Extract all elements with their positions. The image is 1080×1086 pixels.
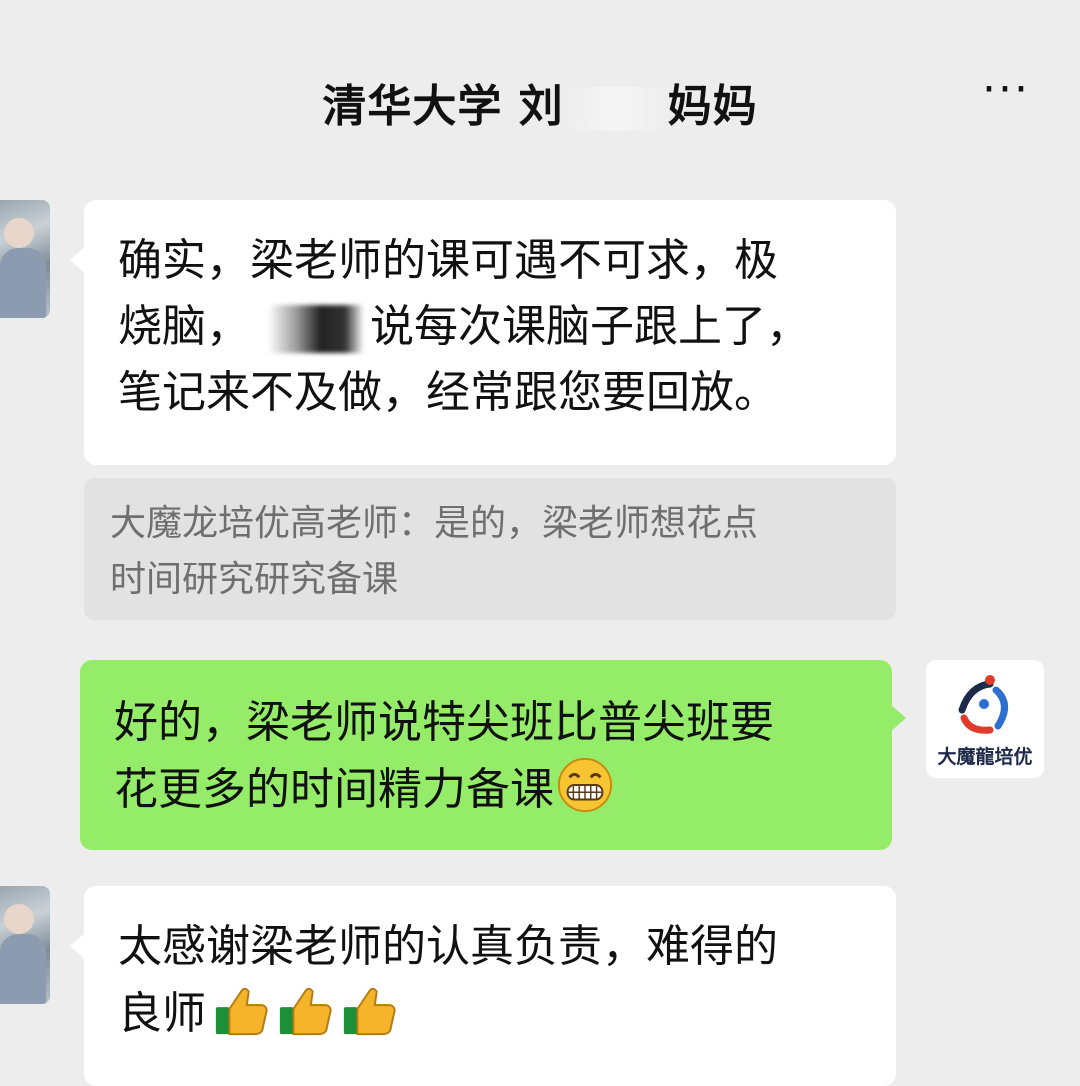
quote-text-line: 大魔龙培优高老师：是的，梁老师想花点 (110, 503, 759, 544)
message-text-line: 笔记来不及做，经常跟您要回放。 (118, 367, 778, 418)
chat-title-part1: 清华大学 刘 (322, 81, 564, 132)
text-redaction (268, 305, 364, 353)
message-bubble-outgoing[interactable]: 好的，梁老师说特尖班比普尖班要 花更多的时间精力备课 (80, 660, 906, 850)
message-text-line: 太感谢梁老师的认真负责，难得的 (118, 921, 778, 972)
title-redaction (565, 87, 666, 131)
contact-avatar[interactable] (0, 200, 50, 318)
chat-title: 清华大学 刘 妈妈 (0, 70, 1080, 134)
message-text-line: 确实，梁老师的课可遇不可求，极 (118, 235, 778, 286)
message-text-line: 好的，梁老师说特尖班比普尖班要 (114, 697, 774, 748)
message-text-line: 花更多的时间精力备课 (114, 756, 858, 823)
message-text-line: 烧脑， 说每次课脑子跟上了， (118, 301, 810, 353)
my-avatar[interactable]: 大魔龍培优 (926, 660, 1044, 778)
thumbs-up-icon (279, 987, 332, 1036)
brand-logo-icon (958, 675, 1008, 734)
message-bubble-incoming[interactable]: 确实，梁老师的课可遇不可求，极 烧脑， 说每次课脑子跟上了， 笔记来不及做，经常跟… (70, 200, 896, 465)
message-text-line: 良师 (118, 980, 862, 1047)
thumbs-up-icon (343, 987, 396, 1036)
more-icon[interactable]: ··· (982, 64, 1030, 115)
quoted-message[interactable]: 大魔龙培优高老师：是的，梁老师想花点 时间研究研究备课 (84, 478, 896, 620)
brand-logo-text: 大魔龍培优 (937, 746, 1033, 768)
quote-text-line: 时间研究研究备课 (110, 559, 399, 600)
contact-avatar[interactable] (0, 886, 50, 1004)
thumbs-up-icon (215, 987, 268, 1036)
chat-header: 清华大学 刘 妈妈 ··· (0, 0, 1080, 150)
grinning-emoji-icon (557, 757, 613, 813)
chat-title-part2: 妈妈 (667, 81, 758, 132)
message-bubble-incoming[interactable]: 太感谢梁老师的认真负责，难得的 良师 (70, 886, 896, 1086)
